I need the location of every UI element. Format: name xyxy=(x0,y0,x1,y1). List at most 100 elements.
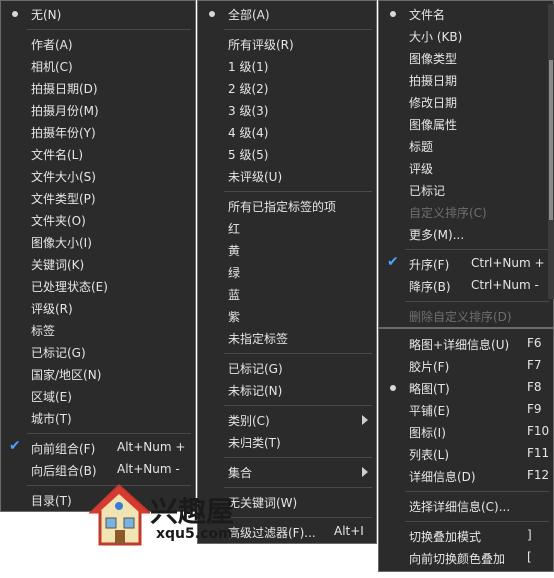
menu-item[interactable]: 4 级(4) xyxy=(198,121,376,143)
menu-item[interactable]: 未归类(T) xyxy=(198,431,376,453)
menu-item[interactable]: 图像属性 xyxy=(379,113,553,135)
menu-item-label: 拍摄月份(M) xyxy=(31,104,99,118)
menu-item[interactable]: 已标记 xyxy=(379,179,553,201)
menu-item[interactable]: 城市(T) xyxy=(1,407,195,429)
menu-item[interactable]: 无(N) xyxy=(1,3,195,25)
menu-item[interactable]: 平铺(E) F9 xyxy=(379,399,553,421)
menu-item[interactable]: 全部(A) xyxy=(198,3,376,25)
menu-item[interactable]: 未标记(N) xyxy=(198,379,376,401)
menu-item[interactable]: 文件名 xyxy=(379,3,553,25)
menu-item[interactable]: 向后组合(B) Alt+Num - xyxy=(1,459,195,481)
menu-item[interactable]: ✔ 升序(F) Ctrl+Num + xyxy=(379,253,553,275)
menu-item[interactable]: 已标记(G) xyxy=(1,341,195,363)
menu-item-label: 图像大小(I) xyxy=(31,236,92,250)
menu-item-label: 评级 xyxy=(409,162,434,176)
menu-item-shortcut: F7 xyxy=(527,358,542,372)
menu-item[interactable]: 作者(A) xyxy=(1,33,195,55)
menu-item[interactable]: 绿 xyxy=(198,261,376,283)
menu-item[interactable]: 略图+详细信息(U) F6 xyxy=(379,333,553,355)
menu-item-label: 所有评级(R) xyxy=(228,38,294,52)
menu-item[interactable]: 向前切换颜色叠加 [ xyxy=(379,547,553,569)
menu-item[interactable]: 标题 xyxy=(379,135,553,157)
menu-item[interactable]: 评级 xyxy=(379,157,553,179)
menu-item[interactable]: 区域(E) xyxy=(1,385,195,407)
menu-item[interactable]: 标签 xyxy=(1,319,195,341)
menu-item[interactable]: 1 级(1) xyxy=(198,55,376,77)
menu-separator xyxy=(224,457,372,458)
menu-item[interactable]: 图像大小(I) xyxy=(1,231,195,253)
menu-item[interactable]: 未指定标签 xyxy=(198,327,376,349)
menu-item-label: 文件名(L) xyxy=(31,148,84,162)
menu-item[interactable]: 拍摄日期(D) xyxy=(1,77,195,99)
menu-item-label: 胶片(F) xyxy=(409,360,450,374)
menu-item[interactable]: 3 级(3) xyxy=(198,99,376,121)
menu-item[interactable]: 选择详细信息(C)... xyxy=(379,495,553,517)
menu-separator xyxy=(224,191,372,192)
menu-item-label: 切换叠加模式 xyxy=(409,530,482,544)
menu-item[interactable]: 未评级(U) xyxy=(198,165,376,187)
menu-item[interactable]: 切换叠加模式] xyxy=(379,525,553,547)
menu-item[interactable]: 5 级(5) xyxy=(198,143,376,165)
menu-item[interactable]: 类别(C) xyxy=(198,409,376,431)
watermark-text: 兴趣屋 xyxy=(150,495,235,528)
menu-item-shortcut: Alt+Num - xyxy=(117,462,180,476)
menu-item[interactable]: 已处理状态(E) xyxy=(1,275,195,297)
menu-item[interactable]: 略图(T) F8 xyxy=(379,377,553,399)
menu-item-label: 未评级(U) xyxy=(228,170,283,184)
radio-dot-icon xyxy=(390,11,396,17)
menu-item[interactable]: 修改日期 xyxy=(379,91,553,113)
menu-item-label: 图像类型 xyxy=(409,52,458,66)
menu-item[interactable]: 文件夹(O) xyxy=(1,209,195,231)
menu-item[interactable]: 大小 (KB) xyxy=(379,25,553,47)
menu-item[interactable]: 文件大小(S) xyxy=(1,165,195,187)
checkmark-icon: ✔ xyxy=(9,438,21,454)
menu-item-shortcut: F12 xyxy=(527,468,550,482)
menu-item-shortcut: F11 xyxy=(527,446,550,460)
menu-item[interactable]: ✔ 向前组合(F) Alt+Num + xyxy=(1,437,195,459)
menu-separator xyxy=(224,29,372,30)
menu-item[interactable]: 国家/地区(N) xyxy=(1,363,195,385)
menu-item-label: 城市(T) xyxy=(31,412,72,426)
menu-separator xyxy=(27,433,191,434)
menu-item[interactable]: 关键词(K) xyxy=(1,253,195,275)
menu-item[interactable]: 列表(L) F11 xyxy=(379,443,553,465)
menu-item[interactable]: 所有评级(R) xyxy=(198,33,376,55)
menu-item[interactable]: 文件类型(P) xyxy=(1,187,195,209)
menu-item[interactable]: 2 级(2) xyxy=(198,77,376,99)
menu-item[interactable]: 图标(I) F10 xyxy=(379,421,553,443)
menu-item-label: 拍摄年份(Y) xyxy=(31,126,96,140)
menu-item-label: 作者(A) xyxy=(31,38,73,52)
menu-item-label: 3 级(3) xyxy=(228,104,269,118)
menu-item[interactable]: 详细信息(D) F12 xyxy=(379,465,553,487)
menu-item-label: 选择详细信息(C)... xyxy=(409,500,511,514)
menu-item[interactable]: 文件名(L) xyxy=(1,143,195,165)
menu-item-shortcut: Ctrl+Num - xyxy=(471,278,539,292)
menu-item[interactable]: 更多(M)... xyxy=(379,223,553,245)
menu-item[interactable]: 已标记(G) xyxy=(198,357,376,379)
menu-item-label: 已处理状态(E) xyxy=(31,280,108,294)
menu-item[interactable]: 降序(B) Ctrl+Num - xyxy=(379,275,553,297)
menu-item-label: 略图(T) xyxy=(409,382,450,396)
menu-item[interactable]: 相机(C) xyxy=(1,55,195,77)
menu-item[interactable]: 蓝 xyxy=(198,283,376,305)
menu-item[interactable]: 图像类型 xyxy=(379,47,553,69)
menu-item[interactable]: 拍摄年份(Y) xyxy=(1,121,195,143)
menu-item-label: 自定义排序(C) xyxy=(409,206,487,220)
menu-item[interactable]: 黄 xyxy=(198,239,376,261)
menu-item[interactable]: 胶片(F) F7 xyxy=(379,355,553,377)
menu-item[interactable]: 拍摄月份(M) xyxy=(1,99,195,121)
menu-item[interactable]: 红 xyxy=(198,217,376,239)
menu-item[interactable]: 所有已指定标签的项 xyxy=(198,195,376,217)
menu-item[interactable]: 拍摄日期 xyxy=(379,69,553,91)
menu-item-label: 2 级(2) xyxy=(228,82,269,96)
scrollbar-thumb[interactable] xyxy=(549,60,553,220)
menu-item: 删除自定义排序(D) xyxy=(379,305,553,327)
menu-separator xyxy=(224,353,372,354)
menu-item[interactable]: 紫 xyxy=(198,305,376,327)
menu-item-label: 蓝 xyxy=(228,288,241,302)
menu-item[interactable]: 评级(R) xyxy=(1,297,195,319)
menu-item-label: 更多(M)... xyxy=(409,228,465,242)
menu-item-label: 无(N) xyxy=(31,8,62,22)
menu-item[interactable]: 集合 xyxy=(198,461,376,483)
menu-item-shortcut: Alt+Num + xyxy=(117,440,186,454)
